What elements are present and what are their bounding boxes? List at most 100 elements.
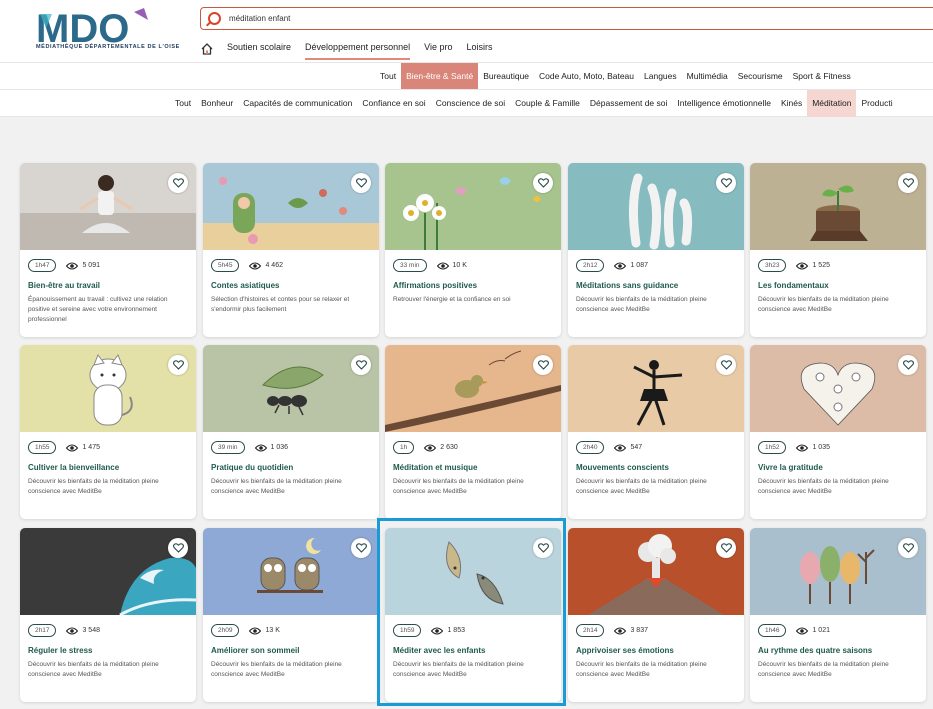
card-title[interactable]: Apprivoiser ses émotions [576, 646, 740, 655]
subcategory-tab-10[interactable]: Producti [856, 90, 897, 117]
category-tab-1[interactable]: Bien-être & Santé [401, 63, 479, 90]
card-description: Épanouissement au travail : cultivez une… [28, 296, 168, 323]
course-card[interactable]: 1h 2 630 Méditation et musique Découvrir le… [385, 345, 561, 519]
favorite-heart-icon[interactable] [168, 173, 188, 193]
subcategory-tab-0[interactable]: Tout [170, 90, 196, 117]
favorite-heart-icon[interactable] [716, 173, 736, 193]
card-title[interactable]: Méditer avec les enfants [393, 646, 557, 655]
card-description: Découvrir les bienfaits de la méditation… [393, 661, 524, 678]
course-card[interactable]: 1h47 5 091 Bien-être au travail Épanouissem… [20, 163, 196, 337]
subcategory-tab-9[interactable]: Méditation [807, 90, 857, 117]
nav-vie-pro[interactable]: Vie pro [424, 38, 452, 60]
card-meta: 1h52 1 035 [758, 441, 830, 454]
card-title[interactable]: Mouvements conscients [576, 463, 740, 472]
course-card[interactable]: 1h52 1 035 Vivre la gratitude Découvrir les… [750, 345, 926, 519]
favorite-heart-icon[interactable] [716, 355, 736, 375]
duration-badge: 1h46 [758, 624, 787, 637]
course-card[interactable]: 2h40 547 Mouvements conscients Découvrir le… [568, 345, 744, 519]
card-title[interactable]: Améliorer son sommeil [211, 646, 375, 655]
card-title[interactable]: Méditations sans guidance [576, 281, 740, 290]
card-title[interactable]: Pratique du quotidien [211, 463, 375, 472]
duration-badge: 1h47 [28, 259, 57, 272]
logo-subtitle: MÉDIATHÈQUE DÉPARTEMENTALE DE L'OISE [36, 44, 180, 50]
course-card[interactable]: 2h12 1 087 Méditations sans guidance Découv… [568, 163, 744, 337]
subcategory-tab-5[interactable]: Couple & Famille [510, 90, 585, 117]
favorite-heart-icon[interactable] [168, 355, 188, 375]
favorite-heart-icon[interactable] [351, 538, 371, 558]
eye-icon [66, 261, 79, 270]
card-meta: 3h23 1 525 [758, 259, 830, 272]
view-count: 10 K [452, 262, 467, 269]
favorite-heart-icon[interactable] [533, 355, 553, 375]
favorite-heart-icon[interactable] [898, 173, 918, 193]
duration-badge: 33 min [393, 259, 427, 272]
category-tab-2[interactable]: Bureautique [478, 63, 534, 90]
card-title[interactable]: Vivre la gratitude [758, 463, 922, 472]
favorite-heart-icon[interactable] [351, 355, 371, 375]
duration-badge: 5h45 [211, 259, 240, 272]
category-tab-4[interactable]: Langues [639, 63, 682, 90]
card-title[interactable]: Méditation et musique [393, 463, 557, 472]
view-count: 1 035 [812, 444, 830, 451]
course-card[interactable]: 33 min 10 K Affirmations positives Retrouve… [385, 163, 561, 337]
card-title[interactable]: Au rythme des quatre saisons [758, 646, 922, 655]
course-card[interactable]: 2h09 13 K Améliorer son sommeil Découvrir l… [203, 528, 379, 702]
category-tab-0[interactable]: Tout [375, 63, 401, 90]
favorite-heart-icon[interactable] [898, 355, 918, 375]
card-meta: 2h12 1 087 [576, 259, 648, 272]
category-tab-6[interactable]: Secourisme [733, 63, 788, 90]
view-count: 1 087 [630, 262, 648, 269]
subcategory-tab-8[interactable]: Kinés [776, 90, 807, 117]
card-title[interactable]: Les fondamentaux [758, 281, 922, 290]
card-description: Découvrir les bienfaits de la méditation… [576, 478, 707, 495]
favorite-heart-icon[interactable] [351, 173, 371, 193]
subcategory-tab-1[interactable]: Bonheur [196, 90, 238, 117]
card-description: Découvrir les bienfaits de la méditation… [576, 661, 707, 678]
card-description: Découvrir les bienfaits de la méditation… [28, 661, 159, 678]
course-card[interactable]: 3h23 1 525 Les fondamentaux Découvrir les b… [750, 163, 926, 337]
course-card[interactable]: 2h14 3 837 Apprivoiser ses émotions Découvr… [568, 528, 744, 702]
favorite-heart-icon[interactable] [716, 538, 736, 558]
card-title[interactable]: Affirmations positives [393, 281, 557, 290]
category-row-main: Tout Bien-être & Santé Bureautique Code Aut… [0, 62, 933, 90]
course-card[interactable]: 5h45 4 462 Contes asiatiques Sélection d'hi… [203, 163, 379, 337]
duration-badge: 39 min [211, 441, 245, 454]
search-input[interactable] [229, 11, 829, 26]
favorite-heart-icon[interactable] [533, 538, 553, 558]
card-description: Découvrir les bienfaits de la méditation… [758, 661, 889, 678]
subcategory-tab-7[interactable]: Intelligence émotionnelle [672, 90, 776, 117]
home-icon[interactable] [201, 43, 213, 55]
course-card[interactable]: 1h55 1 475 Cultiver la bienveillance Découv… [20, 345, 196, 519]
search-bar[interactable] [200, 7, 933, 30]
subcategory-tab-4[interactable]: Conscience de soi [431, 90, 510, 117]
duration-badge: 1h52 [758, 441, 787, 454]
card-title[interactable]: Contes asiatiques [211, 281, 375, 290]
eye-icon [254, 443, 267, 452]
favorite-heart-icon[interactable] [898, 538, 918, 558]
category-tab-3[interactable]: Code Auto, Moto, Bateau [534, 63, 639, 90]
nav-loisirs[interactable]: Loisirs [466, 38, 492, 60]
subcategory-tab-3[interactable]: Confiance en soi [357, 90, 430, 117]
view-count: 1 021 [812, 627, 830, 634]
card-title[interactable]: Réguler le stress [28, 646, 192, 655]
card-title[interactable]: Bien-être au travail [28, 281, 192, 290]
course-card[interactable]: 39 min 1 036 Pratique du quotidien Découvri… [203, 345, 379, 519]
favorite-heart-icon[interactable] [533, 173, 553, 193]
course-card[interactable]: 1h59 1 853 Méditer avec les enfants Découvr… [385, 528, 561, 702]
search-icon[interactable] [208, 12, 221, 25]
duration-badge: 1h59 [393, 624, 422, 637]
view-count: 13 K [265, 627, 280, 634]
subcategory-tab-2[interactable]: Capacités de communication [238, 90, 357, 117]
nav-soutien-scolaire[interactable]: Soutien scolaire [227, 38, 291, 60]
category-tab-7[interactable]: Sport & Fitness [788, 63, 856, 90]
card-meta: 5h45 4 462 [211, 259, 283, 272]
nav-developpement-personnel[interactable]: Développement personnel [305, 38, 411, 60]
favorite-heart-icon[interactable] [168, 538, 188, 558]
course-card[interactable]: 2h17 3 548 Réguler le stress Découvrir les … [20, 528, 196, 702]
subcategory-tab-6[interactable]: Dépassement de soi [585, 90, 673, 117]
view-count: 547 [630, 444, 643, 451]
card-title[interactable]: Cultiver la bienveillance [28, 463, 192, 472]
eye-icon [66, 443, 79, 452]
course-card[interactable]: 1h46 1 021 Au rythme des quatre saisons Déc… [750, 528, 926, 702]
category-tab-5[interactable]: Multimédia [682, 63, 733, 90]
